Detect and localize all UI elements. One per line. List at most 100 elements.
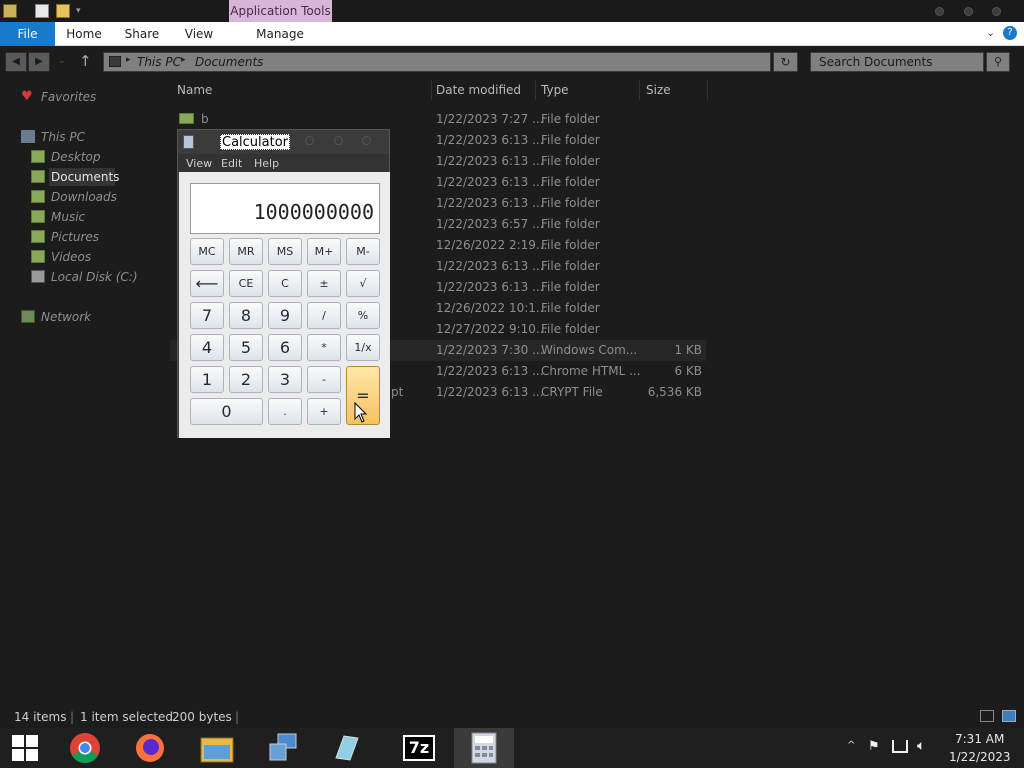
key-3[interactable]: 3 <box>268 366 302 393</box>
calculator-close-button[interactable] <box>362 136 371 145</box>
key-ms[interactable]: MS <box>268 238 302 265</box>
column-header-name[interactable]: Name <box>177 83 212 99</box>
column-header-type[interactable]: Type <box>541 83 569 99</box>
key-sqrt[interactable]: √ <box>346 270 380 297</box>
details-view-icon[interactable] <box>980 710 994 722</box>
clock-date[interactable]: 1/22/2023 <box>949 750 1011 764</box>
nav-item-local-disk[interactable]: Local Disk (C:) <box>31 268 138 286</box>
nav-favorites[interactable]: ♥ Favorites <box>21 88 96 106</box>
key-9[interactable]: 9 <box>268 302 302 329</box>
file-type: File folder <box>541 217 600 231</box>
column-divider[interactable] <box>639 80 640 100</box>
tab-view[interactable]: View <box>177 22 221 46</box>
taskbar-chrome[interactable] <box>55 728 115 768</box>
key-reciprocal[interactable]: 1/x <box>346 334 380 361</box>
key-decimal[interactable]: . <box>268 398 302 425</box>
file-type: File folder <box>541 133 600 147</box>
nav-item-label: Local Disk (C:) <box>51 270 138 284</box>
clock-time[interactable]: 7:31 AM <box>955 732 1004 746</box>
action-center-flag-icon[interactable]: ⚑ <box>868 739 880 754</box>
nav-item-documents[interactable]: Documents <box>31 168 119 186</box>
key-add[interactable]: + <box>307 398 341 425</box>
key-mc[interactable]: MC <box>190 238 224 265</box>
new-folder-icon[interactable] <box>56 4 70 18</box>
breadcrumb-this-pc[interactable]: This PC <box>137 55 181 69</box>
calculator-minimize-button[interactable] <box>305 136 314 145</box>
column-divider[interactable] <box>707 80 708 100</box>
column-header-size[interactable]: Size <box>646 83 671 99</box>
window-titlebar: ▾ Application Tools <box>0 0 1024 22</box>
show-hidden-icons-icon[interactable]: ^ <box>847 740 855 751</box>
address-bar[interactable]: ▸ This PC ▸ Documents <box>103 52 771 72</box>
key-2[interactable]: 2 <box>229 366 263 393</box>
ribbon-expand-icon[interactable]: ⌄ <box>986 26 995 39</box>
forward-button[interactable]: ▶ <box>28 52 50 72</box>
key-subtract[interactable]: - <box>307 366 341 393</box>
key-multiply[interactable]: * <box>307 334 341 361</box>
taskbar-file-explorer[interactable] <box>187 728 247 768</box>
close-button[interactable] <box>992 7 1001 16</box>
taskbar-firefox[interactable] <box>120 728 180 768</box>
up-button[interactable]: ↑ <box>79 52 92 70</box>
nav-item-pictures[interactable]: Pictures <box>31 228 99 246</box>
key-5[interactable]: 5 <box>229 334 263 361</box>
key-7[interactable]: 7 <box>190 302 224 329</box>
network-status-icon[interactable] <box>892 740 908 753</box>
key-1[interactable]: 1 <box>190 366 224 393</box>
volume-icon[interactable]: 🔈︎ <box>917 738 925 754</box>
downloads-folder-icon <box>31 190 45 203</box>
quick-access-dropdown-icon[interactable]: ▾ <box>76 6 81 16</box>
nav-item-desktop[interactable]: Desktop <box>31 148 101 166</box>
calculator-maximize-button[interactable] <box>334 136 343 145</box>
taskbar-7zip[interactable]: 7z <box>389 728 449 768</box>
key-c[interactable]: C <box>268 270 302 297</box>
nav-item-music[interactable]: Music <box>31 208 85 226</box>
column-header-date-modified[interactable]: Date modified <box>436 83 521 99</box>
key-8[interactable]: 8 <box>229 302 263 329</box>
help-icon[interactable]: ? <box>1003 26 1017 40</box>
start-button[interactable] <box>0 728 50 768</box>
minimize-button[interactable] <box>935 7 944 16</box>
tab-manage[interactable]: Manage <box>245 22 315 46</box>
tab-home[interactable]: Home <box>62 22 106 46</box>
breadcrumb-documents[interactable]: Documents <box>195 55 263 69</box>
nav-item-videos[interactable]: Videos <box>31 248 91 266</box>
key-m-minus[interactable]: M- <box>346 238 380 265</box>
nav-this-pc[interactable]: This PC <box>21 128 85 146</box>
nav-item-downloads[interactable]: Downloads <box>31 188 117 206</box>
key-percent[interactable]: % <box>346 302 380 329</box>
table-row[interactable]: b 1/22/2023 7:27 ... File folder <box>170 109 706 130</box>
search-icon[interactable]: ⚲ <box>986 52 1010 72</box>
taskbar-remote-desktop[interactable] <box>254 728 314 768</box>
key-divide[interactable]: / <box>307 302 341 329</box>
key-plus-minus[interactable]: ± <box>307 270 341 297</box>
refresh-button[interactable]: ↻ <box>773 52 798 72</box>
maximize-button[interactable] <box>964 7 973 16</box>
tab-file[interactable]: File <box>0 22 55 46</box>
recent-locations-icon[interactable]: ⌄ <box>58 56 66 66</box>
calculator-window[interactable]: Calculator View Edit Help 1000000000 MC … <box>177 129 390 438</box>
breadcrumb-separator-icon[interactable]: ▸ <box>181 55 186 65</box>
key-mr[interactable]: MR <box>229 238 263 265</box>
nav-network[interactable]: Network <box>21 308 91 326</box>
key-4[interactable]: 4 <box>190 334 224 361</box>
column-divider[interactable] <box>431 80 432 100</box>
column-divider[interactable] <box>535 80 536 100</box>
search-input[interactable]: Search Documents <box>810 52 984 72</box>
key-0[interactable]: 0 <box>190 398 263 425</box>
key-backspace[interactable]: ⟵ <box>190 270 224 297</box>
key-6[interactable]: 6 <box>268 334 302 361</box>
taskbar-notepad[interactable] <box>316 728 376 768</box>
calc-menu-help[interactable]: Help <box>254 157 279 170</box>
calc-menu-view[interactable]: View <box>186 157 212 170</box>
back-button[interactable]: ◀ <box>5 52 27 72</box>
key-m-plus[interactable]: M+ <box>307 238 341 265</box>
calc-menu-edit[interactable]: Edit <box>221 157 242 170</box>
nav-item-label: Desktop <box>51 150 101 164</box>
properties-icon[interactable] <box>35 4 49 18</box>
breadcrumb-separator-icon[interactable]: ▸ <box>126 55 131 65</box>
tab-share[interactable]: Share <box>120 22 164 46</box>
key-ce[interactable]: CE <box>229 270 263 297</box>
taskbar-calculator[interactable] <box>454 728 514 768</box>
large-icons-view-icon[interactable] <box>1002 710 1016 722</box>
